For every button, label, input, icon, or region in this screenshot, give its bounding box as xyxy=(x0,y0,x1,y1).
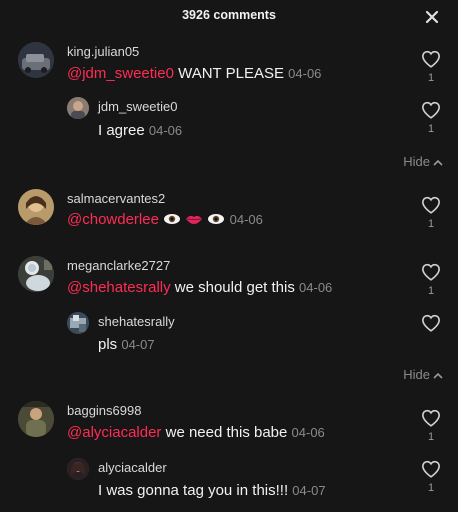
comment-username[interactable]: meganclarke2727 xyxy=(67,258,170,273)
reply-body: pls xyxy=(98,336,122,353)
chevron-up-icon xyxy=(433,159,443,166)
like-count: 1 xyxy=(427,123,435,135)
heart-outline-icon xyxy=(421,409,441,427)
hide-replies-button[interactable]: Hide xyxy=(403,154,444,169)
reply-username[interactable]: jdm_sweetie0 xyxy=(98,99,178,114)
heart-outline-icon xyxy=(421,101,441,119)
reply-date: 04-06 xyxy=(148,123,183,138)
like-count: 1 xyxy=(427,285,435,297)
reply-text: I was gonna tag you in this!!! 04-07 xyxy=(98,482,326,499)
reply-username[interactable]: shehatesrally xyxy=(98,314,175,329)
comment-item: meganclarke2727 @shehatesrally we should… xyxy=(0,253,458,301)
comment-mention[interactable]: @alyciacalder xyxy=(67,424,161,441)
avatar[interactable] xyxy=(18,42,54,78)
like-count: 1 xyxy=(427,431,435,443)
comment-text: @chowderlee 04-06 xyxy=(67,211,263,229)
comments-count-title: 3926 comments xyxy=(182,8,276,22)
like-button[interactable]: 1 xyxy=(419,101,443,135)
comment-username[interactable]: salmacervantes2 xyxy=(67,191,165,206)
eye-emoji-icon xyxy=(163,212,181,229)
like-button[interactable]: 1 xyxy=(419,196,443,230)
comment-mention[interactable]: @jdm_sweetie0 xyxy=(67,65,174,82)
reply-body: I agree xyxy=(98,122,149,139)
comment-text: @alyciacalder we need this babe 04-06 xyxy=(67,424,325,441)
comments-header: 3926 comments xyxy=(0,0,458,32)
like-button[interactable]: 1 xyxy=(419,263,443,297)
heart-outline-icon xyxy=(421,263,441,281)
reply-text: pls 04-07 xyxy=(98,336,155,353)
comment-mention[interactable]: @shehatesrally xyxy=(67,279,171,296)
comment-body: we need this babe xyxy=(161,424,292,441)
comment-item: baggins6998 @alyciacalder we need this b… xyxy=(0,398,458,446)
like-button[interactable]: 1 xyxy=(419,50,443,84)
heart-outline-icon xyxy=(421,50,441,68)
avatar[interactable] xyxy=(18,189,54,225)
comment-item: salmacervantes2 @chowderlee 04-06 1 xyxy=(0,186,458,234)
avatar[interactable] xyxy=(18,401,54,437)
reply-item: jdm_sweetie0 I agree 04-06 1 xyxy=(0,95,458,143)
avatar[interactable] xyxy=(67,458,89,480)
eye-emoji-icon xyxy=(207,212,225,229)
comment-username[interactable]: baggins6998 xyxy=(67,403,141,418)
close-icon[interactable] xyxy=(422,7,442,27)
chevron-up-icon xyxy=(433,372,443,379)
comment-username[interactable]: king.julian05 xyxy=(67,44,139,59)
hide-label: Hide xyxy=(403,154,430,169)
reply-body: I was gonna tag you in this!!! xyxy=(98,482,293,499)
heart-outline-icon xyxy=(421,314,441,332)
like-count: 1 xyxy=(427,72,435,84)
avatar[interactable] xyxy=(67,312,89,334)
comment-mention[interactable]: @chowderlee xyxy=(67,211,159,228)
comment-body: WANT PLEASE xyxy=(173,65,289,82)
reply-date: 04-07 xyxy=(121,337,155,352)
comment-body: we should get this xyxy=(170,279,300,296)
heart-outline-icon xyxy=(421,460,441,478)
comment-date: 04-06 xyxy=(288,66,322,81)
comment-text: @shehatesrally we should get this 04-06 xyxy=(67,279,332,296)
comment-date: 04-06 xyxy=(299,280,333,295)
like-button[interactable]: 1 xyxy=(419,460,443,494)
like-count: 1 xyxy=(427,218,435,230)
reply-text: I agree 04-06 xyxy=(98,122,182,139)
heart-outline-icon xyxy=(421,196,441,214)
like-button[interactable]: 1 xyxy=(419,409,443,443)
comment-date: 04-06 xyxy=(291,425,325,440)
avatar[interactable] xyxy=(18,256,54,292)
reply-username[interactable]: alyciacalder xyxy=(98,460,167,475)
hide-replies-button[interactable]: Hide xyxy=(403,367,444,382)
comment-text: @jdm_sweetie0 WANT PLEASE 04-06 xyxy=(67,65,321,82)
reply-item: shehatesrally pls 04-07 xyxy=(0,310,458,358)
comment-date: 04-06 xyxy=(229,212,263,227)
like-button[interactable] xyxy=(419,314,443,336)
lips-emoji-icon xyxy=(185,212,203,229)
avatar[interactable] xyxy=(67,97,89,119)
hide-label: Hide xyxy=(403,367,430,382)
like-count: 1 xyxy=(427,482,435,494)
comment-item: king.julian05 @jdm_sweetie0 WANT PLEASE … xyxy=(0,38,458,86)
reply-item: alyciacalder I was gonna tag you in this… xyxy=(0,456,458,506)
reply-date: 04-07 xyxy=(292,483,326,498)
